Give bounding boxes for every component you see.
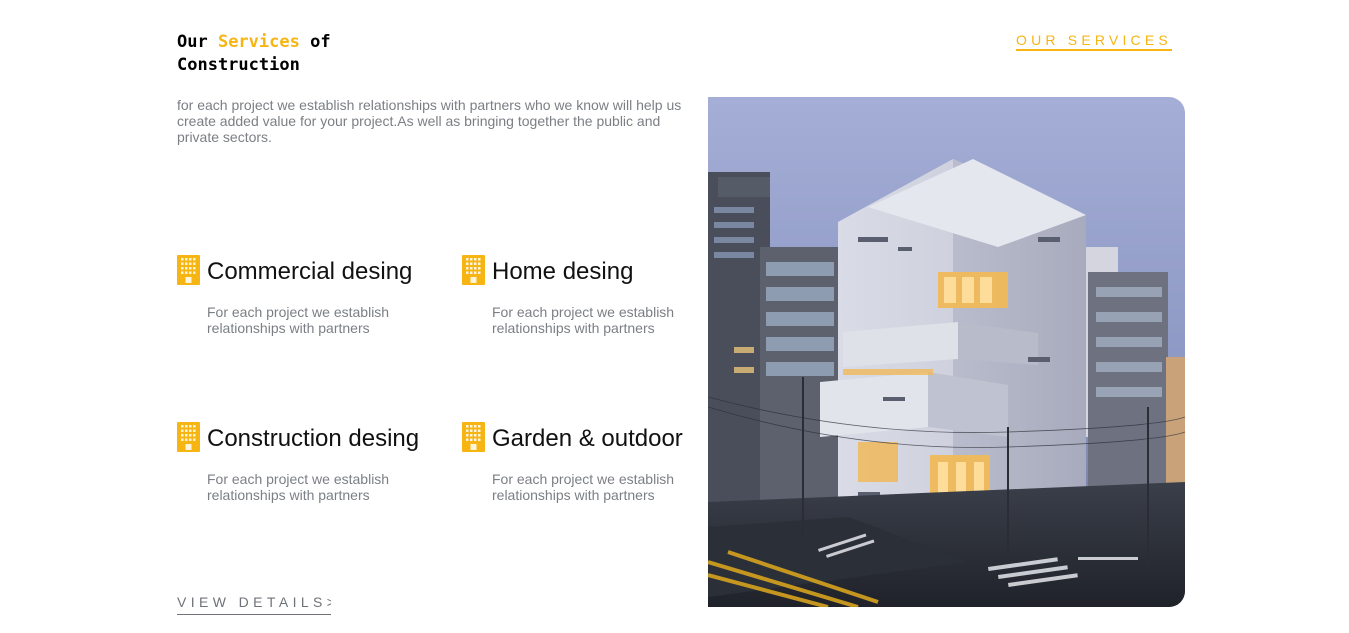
building-icon xyxy=(462,422,485,452)
our-services-link[interactable]: OUR SERVICES xyxy=(1016,32,1172,51)
heading-part-2: of xyxy=(299,32,331,52)
building-icon xyxy=(462,255,485,285)
service-title: Home desing xyxy=(492,258,634,285)
service-description: For each project we establish relationsh… xyxy=(492,471,675,503)
heading-line-2: Construction xyxy=(177,55,300,75)
service-description: For each project we establish relationsh… xyxy=(207,471,390,503)
view-details-link[interactable]: VIEW DETAILS> xyxy=(177,594,331,615)
service-title: Construction desing xyxy=(207,425,420,452)
building-photo-illustration xyxy=(708,97,1185,607)
service-title: Commercial desing xyxy=(207,258,413,285)
section-heading: Our Services of Construction xyxy=(177,31,437,77)
building-icon xyxy=(177,422,200,452)
building-photo xyxy=(708,97,1185,607)
service-description: For each project we establish relationsh… xyxy=(492,304,675,336)
service-title: Garden & outdoor xyxy=(492,425,683,452)
heading-part-1: Our xyxy=(177,32,218,52)
building-icon xyxy=(177,255,200,285)
intro-paragraph: for each project we establish relationsh… xyxy=(177,97,682,145)
service-description: For each project we establish relationsh… xyxy=(207,304,390,336)
heading-accent: Services xyxy=(217,32,300,52)
